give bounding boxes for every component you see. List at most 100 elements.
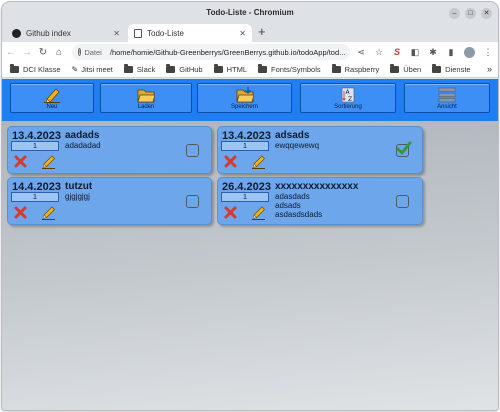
- todo-priority-field[interactable]: 1: [221, 141, 269, 151]
- folder-icon: [390, 64, 400, 73]
- todo-title: tutzut: [65, 181, 93, 192]
- page-viewport: Neu Laden Speichern A Z Sortierung Ansic…: [2, 79, 498, 410]
- extension-icon[interactable]: S: [392, 47, 402, 57]
- bookmark-raspberry[interactable]: Raspberry: [331, 64, 380, 74]
- bookmark-label: Raspberry: [344, 65, 380, 74]
- folder-icon: [331, 64, 341, 73]
- todo-card: 13.4.2023 1 adsads ewqqewewq: [217, 126, 423, 174]
- reload-icon[interactable]: ↻: [36, 47, 50, 58]
- done-checkbox[interactable]: [186, 144, 199, 157]
- bookmarks-bar: DCI Klasse ✎ Jitsi meet Slack GitHub HTM…: [2, 62, 498, 78]
- done-checkbox[interactable]: [186, 195, 199, 208]
- toolbar-actions: ⋖ ☆ S ◧ ✱ ▮ ⋮: [356, 46, 493, 58]
- done-checkbox[interactable]: [396, 141, 412, 157]
- github-icon: [12, 28, 21, 38]
- folder-icon: [166, 64, 176, 73]
- todo-description: adadadad: [65, 141, 101, 150]
- sort-button-label: Sortierung: [334, 104, 362, 110]
- todo-description-line: gjgjgjgj: [65, 192, 90, 201]
- bookmark-slack[interactable]: Slack: [123, 64, 156, 74]
- browser-window: Todo-Liste - Chromium – □ ✕ Github index…: [2, 2, 498, 410]
- extension-badge-icon[interactable]: ◧: [410, 47, 420, 58]
- folder-icon: [432, 64, 442, 73]
- delete-icon[interactable]: [224, 155, 237, 168]
- bookmark-github[interactable]: GitHub: [166, 64, 203, 74]
- bookmark-fonts-symbols[interactable]: Fonts/Symbols: [258, 64, 321, 74]
- todo-card: 26.4.2023 1 xxxxxxxxxxxxxxx adasdads ads…: [217, 177, 423, 225]
- minimize-icon[interactable]: –: [449, 8, 460, 19]
- sort-az-icon: A Z: [341, 87, 355, 103]
- forward-icon[interactable]: →: [20, 47, 34, 58]
- done-checkbox[interactable]: [396, 195, 409, 208]
- save-button[interactable]: Speichern: [197, 83, 292, 113]
- bookmark-html[interactable]: HTML: [213, 64, 248, 74]
- bookmark-dienste[interactable]: Dienste: [432, 64, 471, 74]
- todo-description-line: adsads: [275, 201, 301, 210]
- todo-priority-field[interactable]: 1: [11, 141, 59, 151]
- bookmark-label: HTML: [226, 65, 248, 74]
- profile-avatar[interactable]: [464, 46, 475, 58]
- window-controls: – □ ✕: [449, 8, 492, 19]
- tab-label: Todo-Liste: [147, 28, 184, 38]
- jitsi-icon: ✎: [71, 65, 79, 74]
- todo-priority-field[interactable]: 1: [11, 192, 59, 202]
- share-icon[interactable]: ⋖: [356, 47, 366, 58]
- bookmark-label: Slack: [136, 65, 156, 74]
- menu-kebab-icon[interactable]: ⋮: [483, 47, 493, 58]
- bookmark-jitsi-meet[interactable]: ✎ Jitsi meet: [72, 65, 113, 74]
- view-button[interactable]: Ansicht: [404, 83, 490, 113]
- load-button-label: Laden: [137, 104, 155, 110]
- save-folder-icon: [235, 87, 254, 103]
- new-tab-button[interactable]: +: [258, 25, 266, 39]
- todo-priority-field[interactable]: 1: [221, 192, 269, 202]
- browser-toolbar: ← → ↻ ⌂ i Datei /home/homie/Github-Green…: [2, 42, 498, 62]
- close-icon[interactable]: ✕: [481, 8, 492, 19]
- edit-icon[interactable]: [41, 154, 56, 169]
- folder-icon: [213, 64, 223, 73]
- bookmark-label: Dienste: [445, 65, 471, 74]
- new-button[interactable]: Neu: [10, 83, 94, 113]
- tab-close-icon[interactable]: ✕: [239, 29, 246, 38]
- page-icon: [134, 28, 142, 38]
- svg-text:Z: Z: [348, 96, 352, 103]
- todo-title: xxxxxxxxxxxxxxx: [275, 181, 359, 192]
- open-folder-icon: [137, 89, 155, 103]
- bookmark-label: GitHub: [179, 65, 203, 74]
- bookmark-ueben[interactable]: Üben: [390, 64, 422, 74]
- bookmark-label: DCI Klasse: [23, 65, 61, 74]
- tab-todo-liste[interactable]: Todo-Liste ✕: [128, 24, 252, 42]
- maximize-icon[interactable]: □: [465, 8, 476, 19]
- delete-icon[interactable]: [14, 206, 27, 219]
- folder-icon: [10, 64, 19, 73]
- todo-description: adasdads adsads asdasdsdads: [275, 192, 322, 219]
- bookmark-label: Fonts/Symbols: [271, 65, 321, 74]
- tab-close-icon[interactable]: ✕: [113, 29, 120, 38]
- info-icon[interactable]: i: [78, 48, 82, 56]
- load-button[interactable]: Laden: [100, 83, 192, 113]
- new-button-label: Neu: [46, 104, 58, 110]
- list-view-icon: [438, 87, 456, 103]
- edit-icon[interactable]: [251, 154, 266, 169]
- edit-icon[interactable]: [41, 205, 56, 220]
- bookmark-label: Üben: [403, 65, 422, 74]
- home-icon[interactable]: ⌂: [52, 47, 66, 58]
- url-scheme: Datei: [84, 47, 102, 57]
- todo-description-line: adasdads: [275, 192, 310, 201]
- todo-description: ewqqewewq: [275, 141, 319, 150]
- address-bar[interactable]: i Datei /home/homie/Github-Greenberrys/G…: [72, 44, 350, 60]
- side-panel-icon[interactable]: ▮: [446, 47, 456, 58]
- edit-icon[interactable]: [251, 205, 266, 220]
- tab-github-index[interactable]: Github index ✕: [6, 24, 126, 42]
- bookmark-dci-klasse[interactable]: DCI Klasse: [10, 64, 61, 74]
- checkmark-icon: [396, 141, 412, 155]
- bookmark-star-icon[interactable]: ☆: [374, 47, 384, 58]
- todo-description-line: adadadad: [65, 141, 101, 150]
- sort-button[interactable]: A Z Sortierung: [300, 83, 396, 113]
- todo-card: 14.4.2023 1 tutzut gjgjgjgj: [7, 177, 212, 225]
- extensions-puzzle-icon[interactable]: ✱: [428, 47, 438, 58]
- tab-label: Github index: [26, 28, 71, 38]
- back-icon[interactable]: ←: [4, 47, 18, 58]
- bookmarks-overflow-icon[interactable]: »: [487, 64, 492, 74]
- delete-icon[interactable]: [14, 155, 27, 168]
- delete-icon[interactable]: [224, 206, 237, 219]
